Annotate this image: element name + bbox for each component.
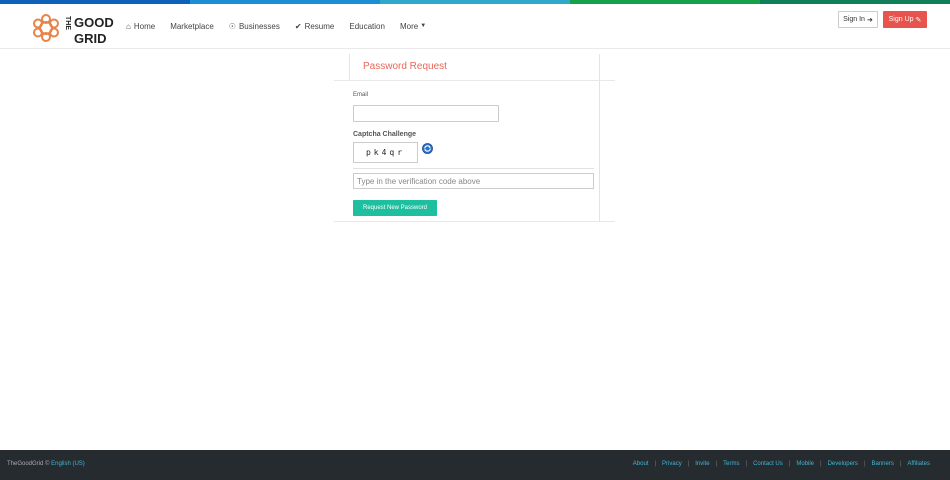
captcha-label: Captcha Challenge bbox=[353, 131, 417, 138]
footer-brand: TheGoodGrid © English (US) bbox=[7, 461, 85, 467]
nav-more[interactable]: More ▼ bbox=[400, 4, 426, 48]
logo-good-text: GOOD bbox=[74, 15, 114, 30]
main-nav: ⌂ Home Marketplace ☉ Businesses ✔ Resume… bbox=[126, 4, 441, 48]
site-header: THE GOOD GRID ⌂ Home Marketplace ☉ Busin… bbox=[0, 4, 950, 49]
globe-icon: ☉ bbox=[228, 21, 236, 31]
nav-marketplace-label: Marketplace bbox=[170, 21, 214, 31]
nav-resume[interactable]: ✔ Resume bbox=[295, 4, 335, 48]
footer-link-developers[interactable]: Developers bbox=[828, 461, 858, 467]
footer-separator: | bbox=[715, 461, 718, 467]
footer-link-privacy[interactable]: Privacy bbox=[662, 461, 682, 467]
request-new-password-button[interactable]: Request New Password bbox=[353, 200, 437, 216]
sign-in-icon: ➜ bbox=[866, 16, 873, 24]
footer-separator: | bbox=[745, 461, 748, 467]
footer-link-about[interactable]: About bbox=[633, 461, 649, 467]
footer-links: About | Privacy | Invite | Terms | Contact U… bbox=[633, 461, 930, 467]
footer-separator: | bbox=[863, 461, 866, 467]
nav-education[interactable]: Education bbox=[349, 4, 385, 48]
language-selector[interactable]: English (US) bbox=[51, 461, 85, 467]
site-footer: TheGoodGrid © English (US) About | Privac… bbox=[0, 450, 950, 480]
nav-marketplace[interactable]: Marketplace bbox=[170, 4, 214, 48]
footer-copyright: TheGoodGrid © bbox=[7, 461, 50, 467]
nav-education-label: Education bbox=[349, 21, 385, 31]
footer-link-affiliates[interactable]: Affiliates bbox=[907, 461, 930, 467]
nav-businesses[interactable]: ☉ Businesses bbox=[229, 4, 280, 48]
footer-separator: | bbox=[788, 461, 791, 467]
footer-separator: | bbox=[654, 461, 657, 467]
footer-separator: | bbox=[687, 461, 690, 467]
footer-link-terms[interactable]: Terms bbox=[723, 461, 739, 467]
email-label: Email bbox=[353, 92, 369, 98]
refresh-icon[interactable] bbox=[422, 143, 433, 154]
home-icon: ⌂ bbox=[126, 21, 131, 31]
edit-icon: ✎ bbox=[915, 16, 922, 24]
footer-link-mobile[interactable]: Mobile bbox=[796, 461, 814, 467]
panel-divider bbox=[349, 54, 350, 80]
form-divider bbox=[353, 168, 594, 169]
verification-code-input[interactable] bbox=[353, 173, 594, 189]
nav-home[interactable]: ⌂ Home bbox=[126, 4, 155, 48]
nav-resume-label: Resume bbox=[304, 21, 335, 31]
email-field[interactable] bbox=[353, 105, 499, 122]
footer-separator: | bbox=[899, 461, 902, 467]
footer-link-banners[interactable]: Banners bbox=[872, 461, 894, 467]
panel-title: Password Request bbox=[363, 61, 447, 72]
captcha-image: pk4qr bbox=[353, 142, 418, 163]
nav-home-label: Home bbox=[133, 21, 156, 31]
footer-link-invite[interactable]: Invite bbox=[695, 461, 709, 467]
logo-grid-text: GRID bbox=[74, 31, 107, 46]
password-request-panel: Password Request Email Captcha Challenge… bbox=[334, 54, 615, 222]
panel-divider bbox=[334, 80, 615, 81]
nav-more-label: More bbox=[399, 21, 419, 31]
nav-businesses-label: Businesses bbox=[238, 21, 280, 31]
footer-link-contact[interactable]: Contact Us bbox=[753, 461, 783, 467]
check-icon: ✔ bbox=[294, 21, 302, 31]
caret-down-icon: ▼ bbox=[420, 23, 427, 29]
sign-in-label: Sign In bbox=[843, 16, 865, 23]
sign-up-button[interactable]: Sign Up ✎ bbox=[883, 11, 927, 28]
logo[interactable]: THE GOOD GRID bbox=[28, 8, 116, 48]
sign-up-label: Sign Up bbox=[888, 16, 914, 23]
footer-separator: | bbox=[820, 461, 822, 467]
sign-in-button[interactable]: Sign In ➜ bbox=[838, 11, 878, 28]
logo-the-text: THE bbox=[64, 16, 71, 30]
